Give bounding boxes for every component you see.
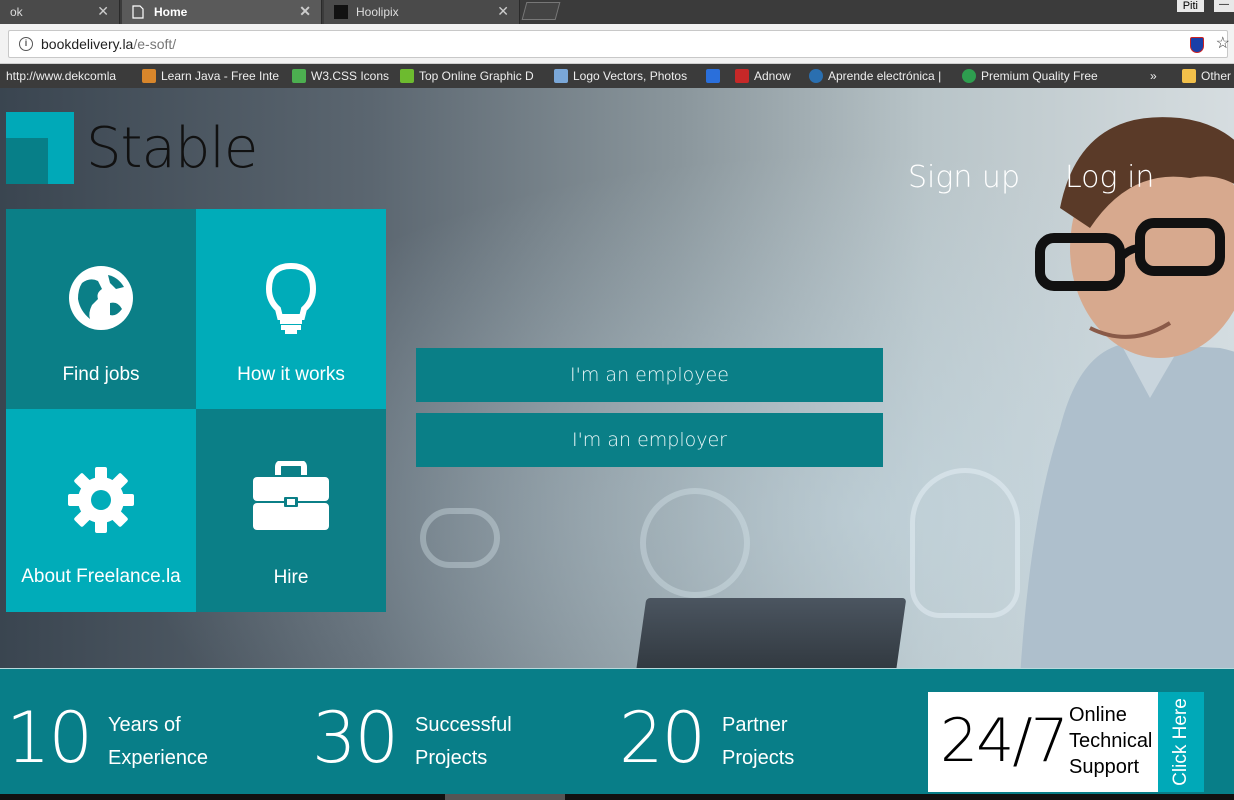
bookmark-item[interactable]: Aprende electrónica | [809, 68, 949, 84]
wordpress-icon [809, 69, 823, 83]
bookmarks-bar: http://www.dekcomla Learn Java - Free In… [0, 64, 1234, 88]
support-box: 24/7 Online Technical Support Click Here [928, 692, 1204, 792]
close-icon[interactable]: ✕ [97, 3, 109, 20]
stat-label: Years of Experience [108, 714, 209, 769]
bookmark-item[interactable]: W3.CSS Icons [292, 68, 392, 84]
stat-number: 20 [619, 697, 706, 779]
tile-hire[interactable]: Hire [196, 409, 386, 612]
logo-mark-icon [6, 112, 74, 184]
logo-text: Stable [86, 115, 258, 181]
feature-tiles: Find jobs How it works About Freelance.l… [6, 209, 386, 612]
tab-title: ok [10, 5, 23, 19]
stat-label: Successful Projects [415, 714, 512, 769]
browser-tab-bar: ok ✕ Home ✕ Hoolipix ✕ Piti — [0, 0, 1234, 24]
u-logo-icon [706, 69, 720, 83]
adnow-icon [735, 69, 749, 83]
tile-find-jobs[interactable]: Find jobs [6, 209, 196, 409]
image-icon [554, 69, 568, 83]
close-icon[interactable]: ✕ [299, 3, 311, 20]
dollar-icon [962, 69, 976, 83]
lightbulb-icon [266, 263, 316, 334]
url-host: bookdelivery.la [41, 36, 134, 52]
browser-tab[interactable]: ok ✕ [0, 0, 120, 24]
tab-title: Home [154, 5, 188, 19]
tile-about[interactable]: About Freelance.la [6, 409, 196, 612]
employer-button[interactable]: I'm an employer [416, 413, 883, 467]
stats-bar: 10 Years of Experience 30 Successful Proje… [0, 668, 1234, 800]
scrollbar-thumb[interactable] [445, 794, 565, 800]
bookmark-item[interactable] [706, 68, 726, 84]
bookmark-item[interactable]: Logo Vectors, Photos [554, 68, 692, 84]
tile-how-it-works[interactable]: How it works [196, 209, 386, 409]
new-tab-button[interactable] [521, 2, 561, 20]
bookmark-item[interactable]: Learn Java - Free Inte [142, 68, 280, 84]
bookmark-item[interactable]: Premium Quality Free [962, 68, 1104, 84]
address-bar: i bookdelivery.la/e-soft/ [0, 24, 1234, 64]
profile-badge[interactable]: Piti [1176, 0, 1204, 12]
horizontal-scrollbar[interactable] [0, 794, 1234, 800]
bookmark-item[interactable]: Top Online Graphic D [400, 68, 540, 84]
u-icon [400, 69, 414, 83]
browser-tab[interactable]: Hoolipix ✕ [324, 0, 520, 24]
tile-label: About Freelance.la [21, 566, 181, 587]
page-icon [132, 5, 146, 19]
page-hero: Stable Sign up Log in Find jobs How it w… [0, 88, 1234, 800]
bookmark-item[interactable]: http://www.dekcomla [6, 68, 128, 84]
other-bookmarks-folder[interactable]: Other [1182, 68, 1234, 84]
decorative-ring [640, 488, 750, 598]
tab-title: Hoolipix [356, 5, 399, 19]
close-icon[interactable]: ✕ [497, 3, 509, 20]
tile-label: Find jobs [62, 364, 140, 385]
java-icon [142, 69, 156, 83]
w3-icon [292, 69, 306, 83]
url-input[interactable]: i bookdelivery.la/e-soft/ [8, 30, 1228, 58]
shield-icon[interactable] [1190, 37, 1204, 53]
stat-number: 30 [312, 697, 399, 779]
bookmark-item[interactable]: Adnow [735, 68, 801, 84]
stat-number: 10 [6, 697, 93, 779]
hoolipix-icon [334, 5, 348, 19]
login-link[interactable]: Log in [1065, 160, 1154, 195]
tile-label: Hire [273, 567, 309, 588]
employee-button[interactable]: I'm an employee [416, 348, 883, 402]
click-here-button[interactable]: Click Here [1158, 692, 1204, 792]
info-icon[interactable]: i [19, 37, 33, 51]
decorative-bubble [420, 508, 500, 568]
browser-tab-active[interactable]: Home ✕ [122, 0, 322, 24]
folder-icon [1182, 69, 1196, 83]
globe-icon [69, 266, 133, 330]
star-icon[interactable]: ☆ [1216, 33, 1230, 53]
minimize-icon[interactable]: — [1214, 0, 1234, 12]
decorative-bulb [910, 468, 1020, 618]
gear-icon [68, 467, 134, 533]
support-label: Online Technical Support [1069, 704, 1153, 778]
support-hours: 24/7 [940, 706, 1069, 776]
stat-label: Partner Projects [722, 714, 795, 769]
bookmarks-overflow-button[interactable]: » [1150, 68, 1164, 84]
briefcase-icon [253, 461, 329, 530]
signup-link[interactable]: Sign up [908, 160, 1020, 195]
url-path: /e-soft/ [133, 36, 177, 52]
site-logo[interactable]: Stable [6, 112, 258, 184]
tile-label: How it works [237, 364, 345, 385]
